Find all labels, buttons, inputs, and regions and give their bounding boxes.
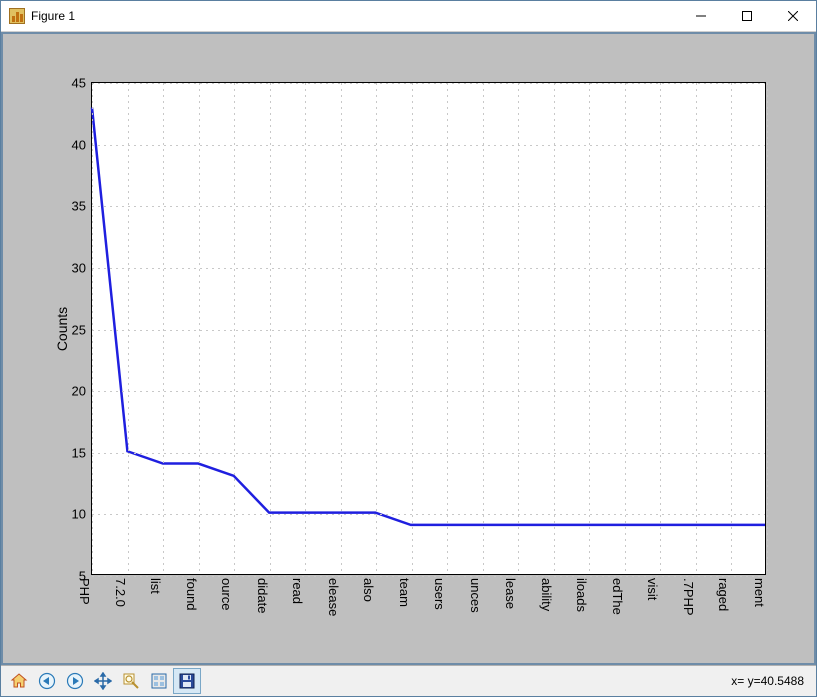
x-tick-label: ource [219,578,234,611]
coord-status: x= y=40.5488 [731,674,812,688]
minimize-button[interactable] [678,1,724,31]
grid-v [376,83,377,574]
grid-v [554,83,555,574]
y-tick-label: 45 [72,76,86,91]
x-tick-label: 7.2.0 [113,578,128,607]
y-axis-label: Counts [54,306,70,350]
x-tick-label: iloads [574,578,589,612]
x-tick-label: team [397,578,412,607]
x-tick-label: visit [645,578,660,600]
close-button[interactable] [770,1,816,31]
grid-h [92,145,765,146]
y-tick-label: 25 [72,322,86,337]
x-tick-label: ability [539,578,554,611]
home-button[interactable] [5,668,33,694]
x-tick-label: edThe [610,578,625,615]
grid-v [731,83,732,574]
maximize-button[interactable] [724,1,770,31]
grid-h [92,268,765,269]
x-tick-label: ment [752,578,767,607]
grid-v [412,83,413,574]
x-tick-label: unces [468,578,483,613]
grid-v [163,83,164,574]
grid-h [92,453,765,454]
grid-v [660,83,661,574]
figure-canvas[interactable]: Counts 51015202530354045PHP7.2.0listfoun… [1,32,816,665]
y-tick-label: 20 [72,384,86,399]
axes[interactable]: Counts 51015202530354045PHP7.2.0listfoun… [91,82,766,575]
grid-v [625,83,626,574]
configure-subplots-button[interactable] [145,668,173,694]
x-tick-label: PHP [77,578,92,605]
x-tick-label: read [290,578,305,604]
titlebar[interactable]: Figure 1 [1,1,816,32]
grid-h [92,576,765,577]
x-tick-label: elease [326,578,341,616]
y-tick-label: 10 [72,507,86,522]
grid-h [92,391,765,392]
grid-v [483,83,484,574]
x-tick-label: found [184,578,199,611]
x-tick-label: also [361,578,376,602]
grid-v [305,83,306,574]
x-tick-label: raged [716,578,731,611]
window-title: Figure 1 [31,9,75,23]
grid-h [92,83,765,84]
grid-v [128,83,129,574]
save-button[interactable] [173,668,201,694]
grid-v [92,83,93,574]
x-tick-label: lease [503,578,518,609]
grid-v [234,83,235,574]
x-tick-label: users [432,578,447,610]
y-tick-label: 40 [72,137,86,152]
figure-window: Figure 1 Counts 51015202530354045PHP7.2.… [0,0,817,697]
y-tick-label: 30 [72,260,86,275]
nav-toolbar: x= y=40.5488 [1,665,816,696]
app-icon [9,8,25,24]
x-tick-label: list [148,578,163,594]
zoom-button[interactable] [117,668,145,694]
grid-v [696,83,697,574]
data-line [92,108,765,525]
back-button[interactable] [33,668,61,694]
x-tick-label: didate [255,578,270,613]
forward-button[interactable] [61,668,89,694]
line-plot [92,83,765,574]
grid-v [270,83,271,574]
grid-h [92,330,765,331]
grid-v [589,83,590,574]
y-tick-label: 15 [72,445,86,460]
grid-v [518,83,519,574]
grid-h [92,514,765,515]
x-tick-label: .7PHP [681,578,696,616]
y-tick-label: 35 [72,199,86,214]
pan-button[interactable] [89,668,117,694]
grid-h [92,206,765,207]
grid-v [447,83,448,574]
figure-panel: Counts 51015202530354045PHP7.2.0listfoun… [21,52,796,645]
grid-v [767,83,768,574]
grid-v [341,83,342,574]
grid-v [199,83,200,574]
